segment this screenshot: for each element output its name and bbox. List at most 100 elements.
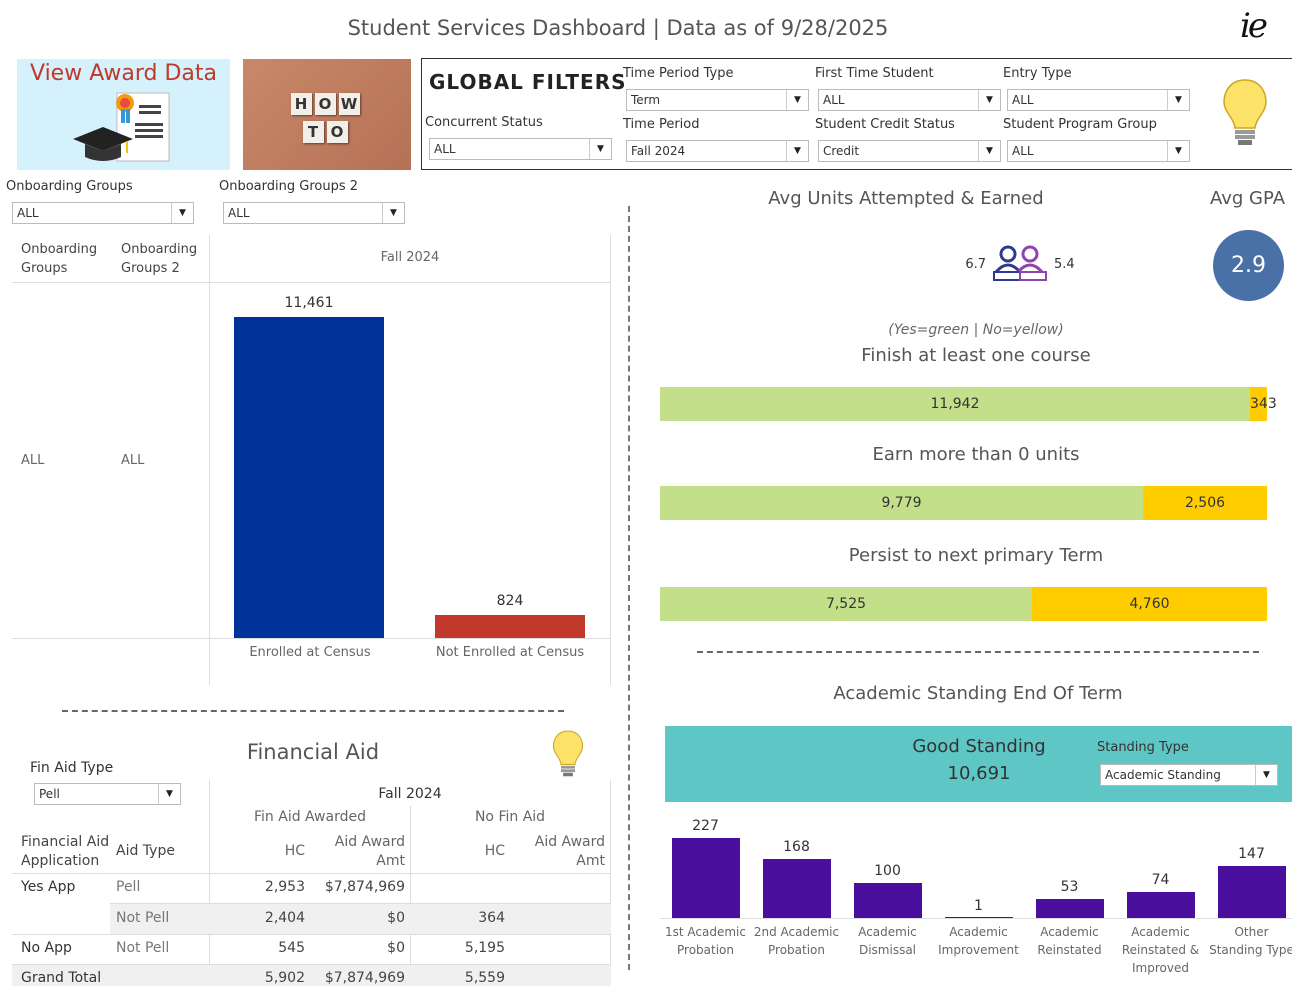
fin-aid-type-label: Fin Aid Type (30, 760, 114, 776)
completion-bar-row: 9,779 2,506 (660, 486, 1267, 520)
category-label: 1st Academic Probation (665, 925, 746, 957)
dropdown-value: ALL (17, 206, 39, 220)
bar-value-label: 100 (874, 862, 901, 879)
filter-label: Time Period (623, 117, 700, 132)
standing-title: Academic Standing End Of Term (833, 683, 1123, 704)
standing-bar[interactable] (762, 858, 831, 918)
grid-line (110, 903, 611, 904)
completion-title: Persist to next primary Term (848, 545, 1104, 566)
letter-tile: H (290, 93, 312, 115)
filter-label: Entry Type (1003, 66, 1072, 81)
standing-type-dropdown[interactable]: Academic Standing ▼ (1100, 764, 1278, 786)
good-standing-value: 10,691 (947, 763, 1011, 784)
not-enrolled-bar[interactable] (435, 614, 585, 638)
no-segment[interactable]: 4,760 (1032, 587, 1267, 621)
ie-logo: ie (1240, 6, 1268, 46)
units-title: Avg Units Attempted & Earned (768, 188, 1044, 209)
enrolled-bar[interactable] (234, 317, 384, 638)
fin-aid-title: Financial Aid (246, 740, 380, 764)
page-title: Student Services Dashboard | Data as of … (347, 16, 889, 40)
global-filters-title: GLOBAL FILTERS (429, 70, 627, 94)
grid-line (12, 964, 611, 965)
standing-bar[interactable] (944, 917, 1013, 918)
yes-segment[interactable]: 7,525 (660, 587, 1032, 621)
standing-bar[interactable] (1035, 899, 1104, 918)
chevron-down-icon: ▼ (786, 90, 808, 110)
filter-label: Onboarding Groups (6, 179, 133, 194)
no-segment[interactable]: 2,506 (1143, 486, 1267, 520)
grid-line (610, 780, 611, 986)
good-standing-label: Good Standing (912, 736, 1046, 757)
onboarding-groups-dropdown[interactable]: ALL ▼ (12, 202, 194, 224)
period-header: Fall 2024 (380, 250, 440, 265)
standing-bar[interactable] (1217, 866, 1286, 918)
cell-hc-awarded: 2,404 (264, 910, 305, 926)
cell-app: No App (21, 940, 72, 956)
avg-units-attempted: 6.7 (965, 257, 986, 272)
completion-bar-row: 11,942 343 (660, 387, 1277, 421)
filter-label: Student Credit Status (815, 117, 955, 132)
grid-line (610, 235, 611, 685)
bar-value-label: 1 (974, 898, 983, 914)
lightbulb-icon[interactable] (552, 728, 584, 780)
bar-value-label: 53 (1060, 879, 1079, 896)
no-segment[interactable]: 343 (1250, 387, 1277, 421)
letter-tile: O (326, 121, 348, 143)
group-header: Fin Aid Awarded (254, 809, 366, 825)
cell-aid-type: Not Pell (116, 940, 170, 956)
filter-label: Student Program Group (1003, 117, 1157, 132)
standing-bar[interactable] (1126, 891, 1195, 918)
cell-hc-no-aid: 5,195 (464, 940, 505, 956)
standing-bar[interactable] (853, 882, 922, 918)
letter-tile: T (302, 121, 324, 143)
student-credit-status-dropdown[interactable]: Credit ▼ (818, 140, 1001, 162)
grid-line (12, 638, 611, 639)
cell-amt-awarded: $0 (387, 910, 405, 926)
standing-chart: 227 1st Academic Probation 168 2nd Academic… (660, 808, 1292, 986)
standing-bar[interactable] (671, 838, 740, 918)
cell-hc-awarded: 5,902 (264, 970, 305, 986)
category-label: Academic Reinstated & Improved (1121, 925, 1200, 975)
completion-title: Finish at least one course (861, 345, 1091, 366)
chevron-down-icon: ▼ (978, 141, 1000, 161)
view-award-data-tile[interactable]: View Award Data (17, 59, 230, 170)
bar-value-label: 147 (1238, 846, 1265, 863)
cell-amt-awarded: $0 (387, 940, 405, 956)
dropdown-value: Term (631, 93, 661, 107)
category-label: Academic Dismissal (858, 925, 917, 957)
view-award-data-label: View Award Data (30, 61, 217, 86)
first-time-student-dropdown[interactable]: ALL ▼ (818, 89, 1001, 111)
concurrent-status-dropdown[interactable]: ALL ▼ (429, 138, 612, 160)
yes-segment[interactable]: 9,779 (660, 486, 1143, 520)
time-period-dropdown[interactable]: Fall 2024 ▼ (626, 140, 809, 162)
cell-amt-awarded: $7,874,969 (324, 970, 405, 986)
student-program-group-dropdown[interactable]: ALL ▼ (1007, 140, 1190, 162)
time-period-type-dropdown[interactable]: Term ▼ (626, 89, 809, 111)
dropdown-value: ALL (1012, 93, 1034, 107)
chevron-down-icon: ▼ (786, 141, 808, 161)
column-header-onboarding-groups-2: Onboarding Groups 2 (121, 242, 198, 276)
header-fin-aid-app: Financial Aid Application (21, 834, 110, 869)
row-label: ALL (21, 453, 45, 468)
x-axis-label: Not Enrolled at Census (435, 645, 585, 660)
onboarding-groups-2-dropdown[interactable]: ALL ▼ (223, 202, 405, 224)
header-amt: Aid Award Amt (534, 834, 605, 869)
letter-tile: W (338, 93, 360, 115)
how-to-tile[interactable]: H O W T O (243, 59, 411, 170)
divider (628, 206, 630, 970)
avg-gpa-circle: 2.9 (1213, 230, 1284, 301)
column-header-onboarding-groups: Onboarding Groups (21, 242, 98, 276)
grid-line (12, 934, 611, 935)
category-label: Academic Improvement (938, 925, 1019, 957)
fin-aid-type-dropdown[interactable]: Pell ▼ (34, 783, 181, 805)
bar-value-label: 74 (1151, 871, 1170, 888)
dropdown-value: ALL (228, 206, 250, 220)
dropdown-value: ALL (1012, 144, 1034, 158)
chevron-down-icon: ▼ (1167, 90, 1189, 110)
dropdown-value: Fall 2024 (631, 144, 686, 158)
entry-type-dropdown[interactable]: ALL ▼ (1007, 89, 1190, 111)
filter-label: Onboarding Groups 2 (219, 179, 359, 194)
cell-hc-no-aid: 5,559 (464, 970, 505, 986)
yes-segment[interactable]: 11,942 (660, 387, 1250, 421)
lightbulb-icon[interactable] (1222, 78, 1268, 148)
